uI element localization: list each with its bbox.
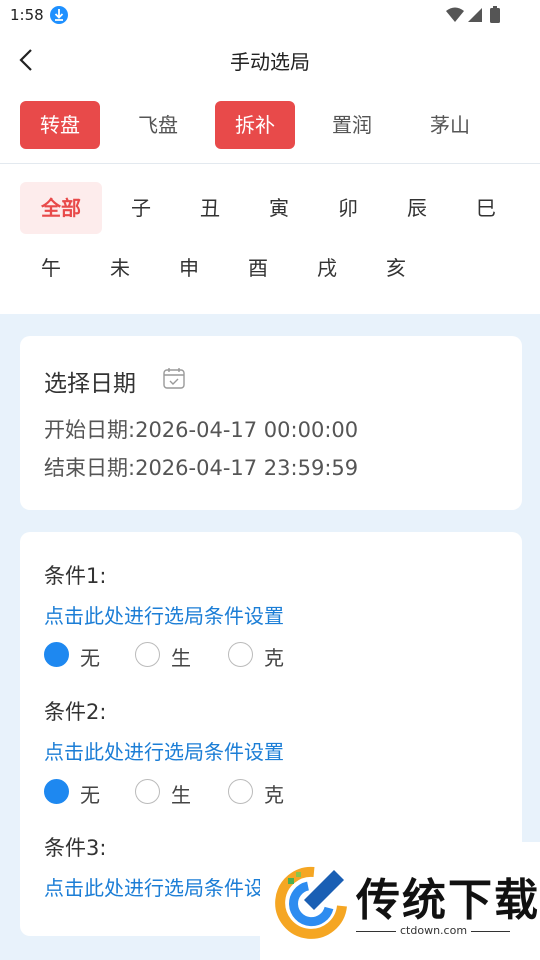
branch-filter: 全部 子 丑 寅 卯 辰 巳 午 未 申 酉 戌 亥 <box>0 164 540 314</box>
radio-label: 无 <box>80 783 100 807</box>
calendar-icon[interactable] <box>162 366 186 394</box>
tab-chaibu[interactable]: 拆补 <box>215 101 295 149</box>
radio-label: 克 <box>264 783 284 807</box>
watermark-logo-icon <box>275 866 347 939</box>
branch-all[interactable]: 全部 <box>20 182 102 234</box>
condition-2-label: 条件2: <box>44 700 107 724</box>
start-date-row[interactable]: 开始日期:2026-04-17 00:00:00 <box>44 414 358 444</box>
download-icon <box>50 6 68 24</box>
watermark-url: ctdown.com <box>396 924 472 937</box>
tab-maoshan[interactable]: 茅山 <box>410 101 490 149</box>
radio-label: 生 <box>171 646 191 670</box>
date-card: 选择日期 开始日期:2026-04-17 00:00:00 结束日期:2026-… <box>20 336 522 510</box>
radio-dot <box>228 642 253 667</box>
condition-3-label: 条件3: <box>44 836 107 860</box>
condition-1-link[interactable]: 点击此处进行选局条件设置 <box>44 600 284 629</box>
watermark-title: 传统下载 <box>356 875 540 926</box>
wifi-icon <box>446 7 464 22</box>
radio-dot <box>228 779 253 804</box>
start-date-label: 开始日期: <box>44 418 136 442</box>
branch-item[interactable]: 亥 <box>355 242 437 294</box>
tab-zhuanpan[interactable]: 转盘 <box>20 101 100 149</box>
tab-feipan[interactable]: 飞盘 <box>118 101 198 149</box>
app-header: 手动选局 <box>0 32 540 88</box>
end-date-label: 结束日期: <box>44 456 136 480</box>
status-bar: 1:58 <box>0 0 540 32</box>
radio-dot <box>135 779 160 804</box>
status-time: 1:58 <box>10 6 44 24</box>
tab-zhirun[interactable]: 置润 <box>312 101 392 149</box>
radio-dot <box>44 642 69 667</box>
battery-icon <box>490 8 500 23</box>
radio-label: 无 <box>80 646 100 670</box>
condition-1-label: 条件1: <box>44 564 107 588</box>
status-icons <box>446 6 500 23</box>
radio-dot <box>135 642 160 667</box>
condition-3-link[interactable]: 点击此处进行选局条件设置 <box>44 872 284 901</box>
signal-icon <box>468 8 482 22</box>
branch-item[interactable]: 巳 <box>445 182 527 234</box>
radio-label: 克 <box>264 646 284 670</box>
radio-dot <box>44 779 69 804</box>
method-tabs: 转盘 飞盘 拆补 置润 茅山 <box>0 88 540 164</box>
start-date-value: 2026-04-17 00:00:00 <box>135 418 359 442</box>
date-card-title: 选择日期 <box>44 371 136 397</box>
end-date-row[interactable]: 结束日期:2026-04-17 23:59:59 <box>44 452 358 482</box>
watermark: 传统下载 ctdown.com <box>260 842 540 960</box>
condition-2-link[interactable]: 点击此处进行选局条件设置 <box>44 736 284 765</box>
end-date-value: 2026-04-17 23:59:59 <box>135 456 359 480</box>
radio-label: 生 <box>171 783 191 807</box>
page-title: 手动选局 <box>230 50 310 74</box>
